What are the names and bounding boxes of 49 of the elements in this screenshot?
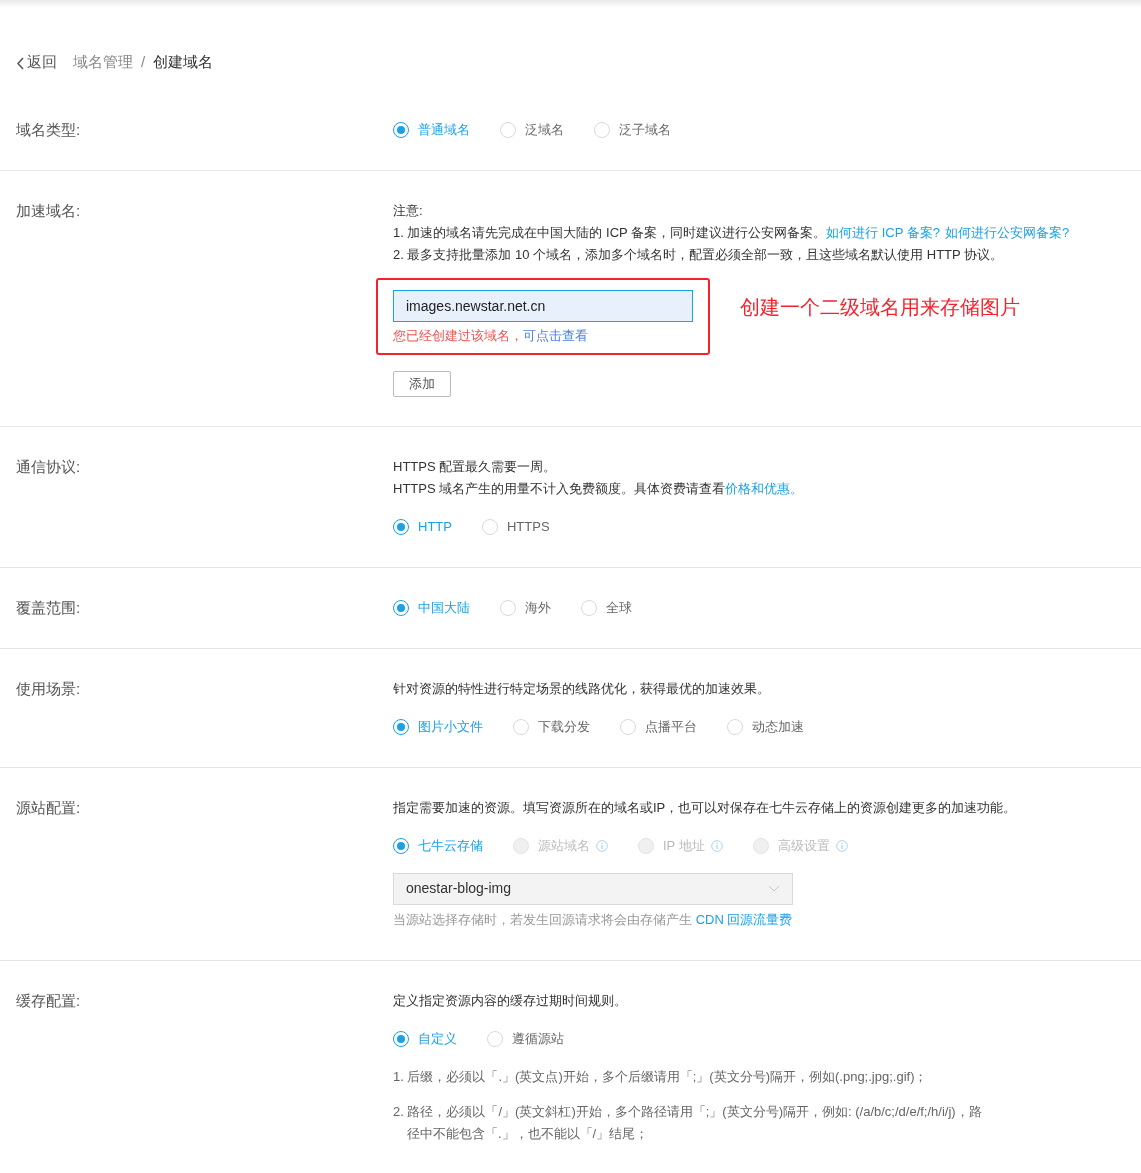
link[interactable]: 价格和优惠。 — [725, 480, 804, 496]
radio-option[interactable]: 中国大陆 — [393, 597, 470, 618]
annotation-text: 创建一个二级域名用来存储图片 — [740, 295, 1020, 320]
text: 1. 加速的域名请先完成在中国大陆的 ICP 备案，同时建议进行公安网备案。 — [393, 225, 827, 240]
text-line: 注意: — [393, 202, 424, 220]
radio-option[interactable]: 点播平台 — [620, 716, 697, 737]
note-text: 1. 后缀，必须以「.」(英文点)开始，多个后缀请用「;」(英文分号)隔开，例如(.png;.jpg;.gif)； — [393, 1067, 929, 1086]
radio-option[interactable]: HTTPS — [481, 516, 550, 537]
breadcrumb-separator: / — [141, 52, 146, 73]
field-label: 缓存配置: — [16, 990, 82, 1011]
radio-option[interactable]: 全球 — [581, 597, 632, 618]
text-line: 针对资源的特性进行特定场景的线路优化，获得最优的加速效果。 — [393, 679, 771, 698]
link[interactable]: 如何进行 ICP 备案? — [826, 225, 940, 240]
text-line: HTTPS 配置最久需要一周。 — [393, 457, 558, 476]
link[interactable]: 如何进行公安网备案? — [945, 225, 1070, 240]
chevron-down-icon — [768, 885, 780, 892]
field-label: 源站配置: — [16, 797, 82, 818]
radio-option[interactable]: 自定义 — [393, 1028, 457, 1049]
field-label: 使用场景: — [16, 678, 82, 699]
radio-option[interactable]: 泛子域名 — [594, 120, 671, 140]
link[interactable]: 可点击查看 — [523, 328, 588, 343]
chevron-left-icon — [16, 56, 25, 70]
text: 您已经创建过该域名， — [393, 328, 523, 343]
breadcrumb-item[interactable]: 域名管理 — [73, 51, 133, 74]
link[interactable]: CDN 回源流量费 — [695, 911, 793, 927]
text-line: 指定需要加速的资源。填写资源所在的域名或IP，也可以对保存在七牛云存储上的资源创建更多的加速功能。 — [393, 798, 1018, 817]
radio-option[interactable]: HTTP — [393, 516, 452, 537]
storage-select[interactable]: onestar-blog-img — [393, 872, 793, 905]
text-line: 2. 最多支持批量添加 10 个域名，添加多个域名时，配置必须全部一致，且这些域名默认使用 HTTP 协议。 — [393, 246, 1005, 264]
radio-option[interactable]: 图片小文件 — [393, 716, 483, 737]
add-button[interactable]: 添加 — [393, 371, 451, 397]
breadcrumb-item: 创建域名 — [153, 52, 214, 73]
radio-option[interactable]: 七牛云存储 — [393, 835, 483, 856]
field-label: 域名类型: — [16, 120, 82, 140]
text-line: 定义指定资源内容的缓存过期时间规则。 — [393, 991, 628, 1010]
radio-option[interactable]: 下载分发 — [513, 716, 590, 737]
radio-option[interactable]: 遵循源站 — [487, 1028, 564, 1049]
field-label: 加速域名: — [16, 201, 82, 221]
domain-input[interactable]: images.newstar.net.cn — [393, 290, 693, 322]
text: 当源站选择存储时，若发生回源请求将会由存储产生 — [393, 911, 693, 927]
radio-option[interactable]: 动态加速 — [727, 716, 804, 737]
radio-option[interactable]: 普通域名 — [393, 120, 470, 140]
text: HTTPS 域名产生的用量不计入免费额度。具体资费请查看 — [393, 480, 726, 496]
field-label: 通信协议: — [16, 456, 82, 477]
radio-option[interactable]: 海外 — [500, 597, 551, 618]
field-label: 覆盖范围: — [16, 597, 82, 618]
back-link[interactable]: 返回 — [16, 51, 57, 74]
note-text: 2. 路径，必须以「/」(英文斜杠)开始，多个路径请用「;」(英文分号)隔开，例如: (/a/b/c;/d/e/f;/h/i/j)，路径中不能包含「.」，也不能以「/」结尾； — [393, 1102, 983, 1143]
radio-option[interactable]: 泛域名 — [500, 120, 564, 140]
